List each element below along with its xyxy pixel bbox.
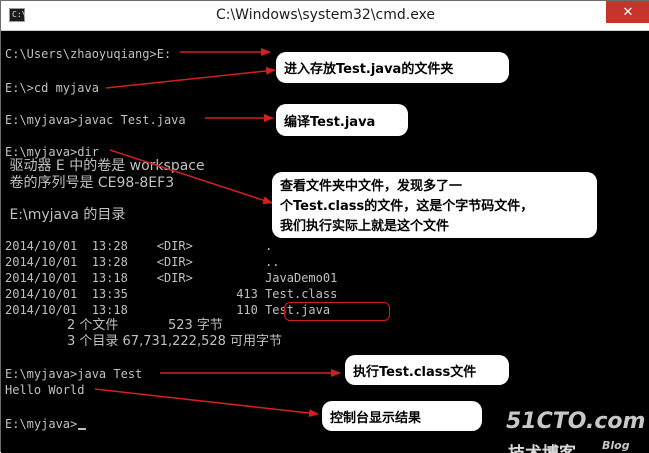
callout-enter-folder: 进入存放Test.java的文件夹 xyxy=(276,52,509,83)
arrow-output xyxy=(94,388,319,417)
callout-dir-note: 查看文件夹中文件，发现多了一 个Test.class的文件，这是个字节码文件， … xyxy=(272,172,597,238)
callout-run: 执行Test.class文件 xyxy=(345,355,509,385)
arrow-cd xyxy=(105,66,276,89)
arrow-dir xyxy=(109,149,273,205)
callout-output: 控制台显示结果 xyxy=(322,401,482,431)
callout-compile: 编译Test.java xyxy=(276,104,408,136)
